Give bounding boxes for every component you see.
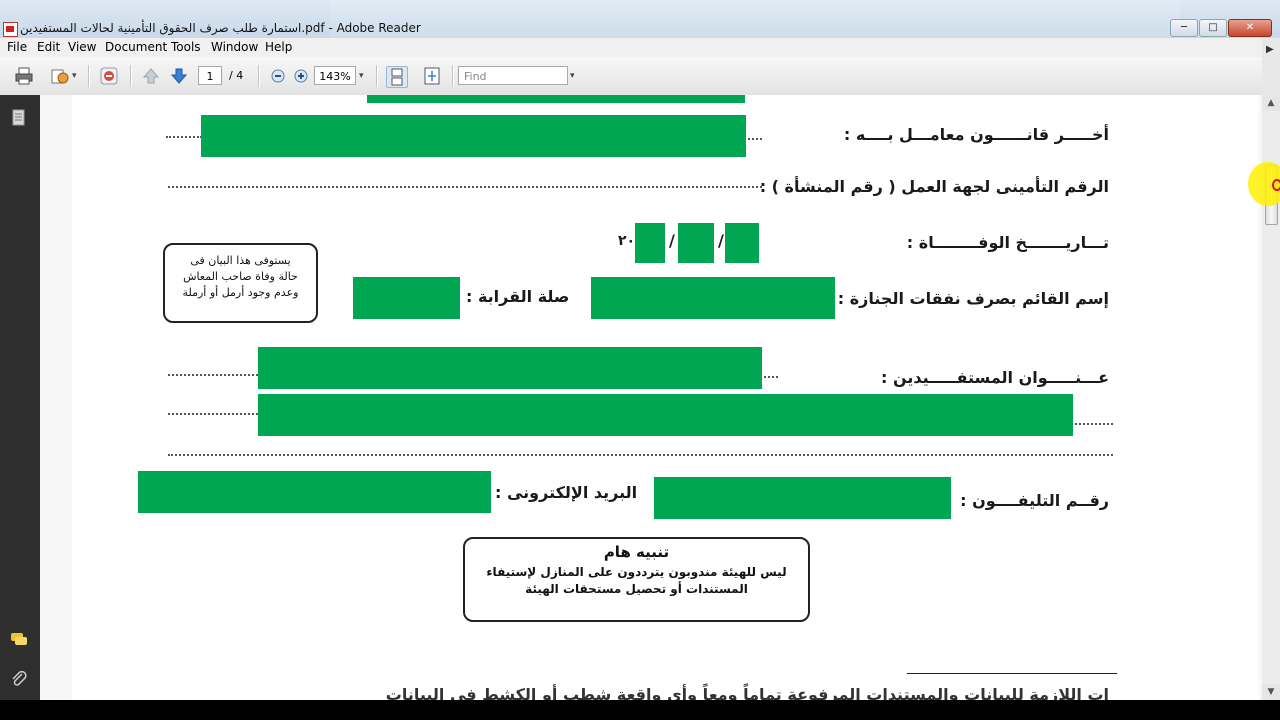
close-button[interactable]: ✕: [1228, 19, 1272, 37]
date-separator: /: [669, 231, 675, 250]
document-viewer[interactable]: أخـــــر قانــــــون معامـــل بــــه : ا…: [40, 95, 1262, 700]
label-death-date: تـــاريـــــــخ الوفــــــــاة :: [906, 233, 1109, 252]
side-note-box: يستوفى هذا البيان فى حالة وفاة صاحب المع…: [163, 243, 318, 323]
print-icon[interactable]: [14, 66, 34, 86]
side-note-line: وعدم وجود أرمل أو أرملة: [182, 286, 299, 299]
menu-view[interactable]: View: [68, 40, 96, 54]
redaction-box: [258, 347, 762, 389]
zoom-level-input[interactable]: 143%: [314, 66, 356, 85]
minimize-button[interactable]: ─: [1170, 19, 1198, 37]
date-separator: /: [718, 231, 724, 250]
dotted-line: [168, 374, 258, 376]
menu-tools[interactable]: Tools: [171, 40, 201, 54]
scroll-down-button[interactable]: ▼: [1262, 684, 1280, 700]
toolbar-separator: [452, 65, 454, 87]
menu-bar: File Edit View Document Tools Window Hel…: [0, 38, 1280, 57]
background-tabs: [330, 0, 1180, 38]
redaction-box: [591, 277, 835, 319]
notice-line: ليس للهيئة مندوبون يترددون على المنازل ل…: [486, 565, 787, 579]
label-relation: صلة القرابة :: [466, 287, 570, 306]
toolbar: ▾ 1 / 4 143% ▾ Find ▾: [0, 57, 1280, 96]
maximize-button[interactable]: □: [1199, 19, 1227, 37]
menu-help[interactable]: Help: [265, 40, 292, 54]
fit-page-icon[interactable]: [422, 66, 442, 86]
comments-icon[interactable]: [10, 631, 28, 649]
label-email: البريد الإلكترونى :: [495, 483, 638, 502]
redaction-box: [367, 95, 745, 103]
next-page-icon[interactable]: [169, 66, 189, 86]
dotted-line: [764, 376, 778, 378]
redaction-box: [258, 394, 1073, 436]
scrolling-mode-icon[interactable]: [386, 66, 408, 88]
bottom-text-fragment: ات اللازمة للبيانات والمستندات المرفوعة …: [385, 685, 1109, 700]
redaction-box: [654, 477, 951, 519]
redaction-box: [725, 223, 759, 263]
page-number-input[interactable]: 1: [198, 66, 222, 85]
signature-line: [907, 673, 1117, 674]
label-last-law: أخـــــر قانــــــون معامـــل بــــه :: [843, 125, 1109, 144]
redaction-box: [138, 471, 491, 513]
notice-line: المستندات أو تحصيل مستحقات الهيئة: [525, 582, 748, 596]
side-note-line: يستوفى هذا البيان فى: [190, 254, 291, 267]
redaction-box: [678, 223, 714, 263]
pages-icon[interactable]: [10, 109, 28, 127]
bottom-edge: [0, 700, 1280, 720]
navigation-panel: [0, 95, 40, 700]
pdf-page: أخـــــر قانــــــون معامـــل بــــه : ا…: [72, 95, 1259, 700]
share-icon[interactable]: [50, 66, 70, 86]
zoom-dropdown-arrow[interactable]: ▾: [359, 66, 364, 86]
dotted-line: [168, 186, 762, 188]
dotted-line: [166, 136, 202, 138]
dotted-line: [1075, 423, 1113, 425]
cursor-highlight-icon: [1248, 162, 1280, 206]
dotted-line: [168, 413, 258, 415]
toolbar-separator: [376, 65, 378, 87]
redaction-box: [201, 115, 746, 157]
notice-title: تنبيه هام: [603, 543, 670, 561]
toolbar-separator: [88, 65, 90, 87]
redaction-box: [353, 277, 460, 319]
side-note-line: حالة وفاة صاحب المعاش: [183, 270, 298, 283]
zoom-out-icon[interactable]: [268, 66, 288, 86]
collaborate-icon[interactable]: [99, 66, 119, 86]
find-input[interactable]: Find: [458, 66, 568, 85]
previous-page-icon[interactable]: [141, 66, 161, 86]
dotted-line: [748, 138, 762, 140]
panel-collapse-icon[interactable]: ▶: [1266, 44, 1274, 55]
menu-window[interactable]: Window: [211, 40, 258, 54]
find-dropdown-arrow[interactable]: ▾: [570, 66, 575, 86]
zoom-in-icon[interactable]: [291, 66, 311, 86]
share-dropdown-arrow[interactable]: ▾: [72, 66, 77, 86]
window-title: استمارة طلب صرف الحقوق التأمينية لحالات …: [20, 21, 421, 35]
title-bar: استمارة طلب صرف الحقوق التأمينية لحالات …: [0, 0, 1280, 38]
attachments-icon[interactable]: [10, 670, 28, 688]
dotted-line: [168, 454, 1113, 456]
notice-box: تنبيه هام ليس للهيئة مندوبون يترددون على…: [463, 537, 810, 622]
date-year-prefix: ٢٠: [618, 233, 636, 249]
scrollbar-top-area: ▶: [1262, 38, 1280, 95]
page-total: / 4: [229, 69, 244, 82]
menu-document[interactable]: Document: [105, 40, 167, 54]
window-controls: ─ □ ✕: [1169, 19, 1272, 37]
pdf-file-icon: [3, 22, 18, 37]
menu-file[interactable]: File: [7, 40, 27, 54]
redaction-box: [635, 223, 665, 263]
label-address: عـــنـــــوان المستفـــــيدين :: [881, 368, 1109, 387]
label-insurance-number: الرقم التأمينى لجهة العمل ( رقم المنشأة …: [759, 177, 1109, 196]
label-funeral-payee: إسم القائم بصرف نفقات الجنازة :: [837, 289, 1109, 308]
scroll-up-button[interactable]: ▲: [1262, 95, 1280, 111]
menu-edit[interactable]: Edit: [37, 40, 60, 54]
toolbar-separator: [130, 65, 132, 87]
label-phone: رقــم التليفــــون :: [960, 491, 1109, 510]
toolbar-separator: [258, 65, 260, 87]
